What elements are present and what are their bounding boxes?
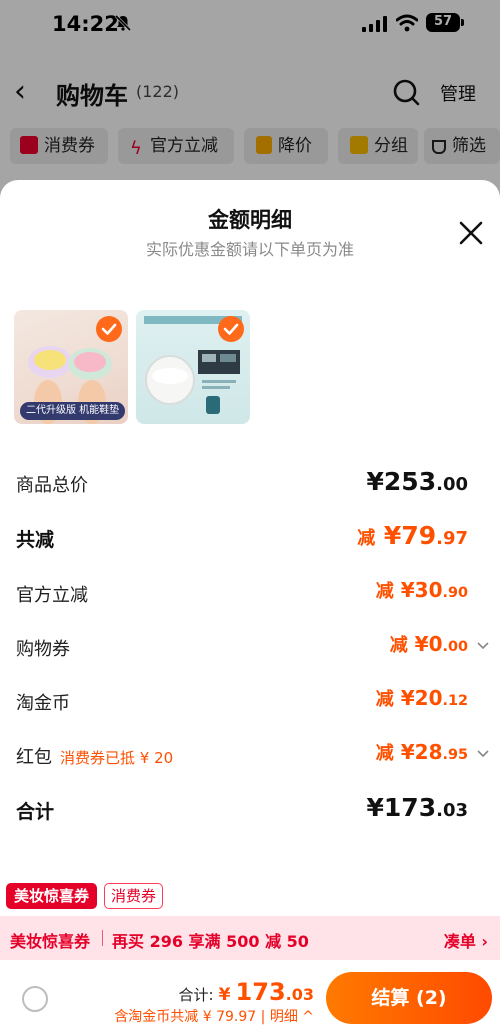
tag-beauty-coupon: 美妆惊喜券 bbox=[6, 883, 98, 909]
total-label: 合计: bbox=[178, 986, 214, 1004]
selected-check-icon bbox=[218, 316, 244, 342]
tag-consumer-coupon: 消费券 bbox=[104, 883, 164, 909]
row-label: 官方立减 bbox=[16, 585, 88, 606]
row-value: 减 ¥20.12 bbox=[375, 686, 468, 710]
row-value: ¥253.00 bbox=[366, 467, 468, 496]
row-grand-total: 合计 ¥173.03 bbox=[16, 791, 486, 831]
product-thumb-cushion[interactable] bbox=[136, 310, 250, 424]
select-all-checkbox[interactable] bbox=[22, 986, 48, 1012]
row-red-packet[interactable]: 红包 消费券已抵 ¥ 20 减 ¥28.95 bbox=[16, 737, 489, 777]
row-value: 减 ¥30.90 bbox=[375, 578, 468, 602]
row-note: 消费券已抵 ¥ 20 bbox=[60, 749, 174, 767]
row-shopping-voucher[interactable]: 购物券 减 ¥0.00 bbox=[16, 629, 489, 669]
product-thumbnails: 二代升级版 机能鞋垫 bbox=[14, 310, 274, 424]
discount-detail-link[interactable]: 含淘金币共减 ¥ 79.97 | 明细 ^ bbox=[114, 1006, 314, 1026]
promo-banner[interactable]: 美妆惊喜券 再买 296 享满 500 减 50 凑单 › bbox=[0, 916, 500, 960]
promo-tag: 美妆惊喜券 bbox=[10, 932, 91, 951]
promo-tags: 美妆惊喜券 消费券 bbox=[0, 878, 500, 914]
total-amount: 合计: ¥ 173.03 bbox=[178, 978, 314, 1006]
checkout-bar: 合计: ¥ 173.03 含淘金币共减 ¥ 79.97 | 明细 ^ 结算 (2… bbox=[0, 960, 500, 1032]
sheet-subtitle: 实际优惠金额请以下单页为准 bbox=[145, 240, 354, 259]
row-label: 商品总价 bbox=[16, 475, 88, 496]
row-label: 购物券 bbox=[16, 639, 70, 660]
selected-check-icon bbox=[96, 316, 122, 342]
row-tao-coins: 淘金币 减 ¥20.12 bbox=[16, 683, 486, 723]
row-label: 红包 消费券已抵 ¥ 20 bbox=[16, 747, 174, 768]
total-currency: ¥ bbox=[218, 985, 231, 1005]
row-value: 减 ¥28.95 bbox=[375, 740, 468, 764]
product-caption: 二代升级版 机能鞋垫 bbox=[20, 402, 126, 420]
promo-text: 再买 296 享满 500 减 50 bbox=[112, 932, 309, 951]
row-value: 减 ¥79.97 bbox=[357, 521, 468, 550]
promo-divider bbox=[102, 930, 103, 946]
row-label: 淘金币 bbox=[16, 693, 70, 714]
add-on-link[interactable]: 凑单 › bbox=[444, 928, 488, 952]
row-value: 减 ¥0.00 bbox=[389, 632, 468, 656]
close-icon[interactable] bbox=[458, 220, 484, 246]
checkout-button[interactable]: 结算 (2) bbox=[326, 972, 492, 1024]
row-value: ¥173.03 bbox=[366, 793, 468, 822]
total-value: 173.03 bbox=[235, 978, 314, 1006]
row-official-discount: 官方立减 减 ¥30.90 bbox=[16, 575, 486, 615]
row-label: 共减 bbox=[16, 529, 55, 551]
row-subtotal: 商品总价 ¥253.00 bbox=[16, 465, 486, 505]
chevron-down-icon[interactable] bbox=[476, 639, 490, 653]
chevron-down-icon[interactable] bbox=[476, 747, 490, 761]
sheet-title: 金额明细 bbox=[208, 208, 292, 232]
product-thumb-insole[interactable]: 二代升级版 机能鞋垫 bbox=[14, 310, 128, 424]
row-total-discount: 共减 减 ¥79.97 bbox=[16, 519, 486, 559]
row-label: 合计 bbox=[16, 801, 55, 823]
